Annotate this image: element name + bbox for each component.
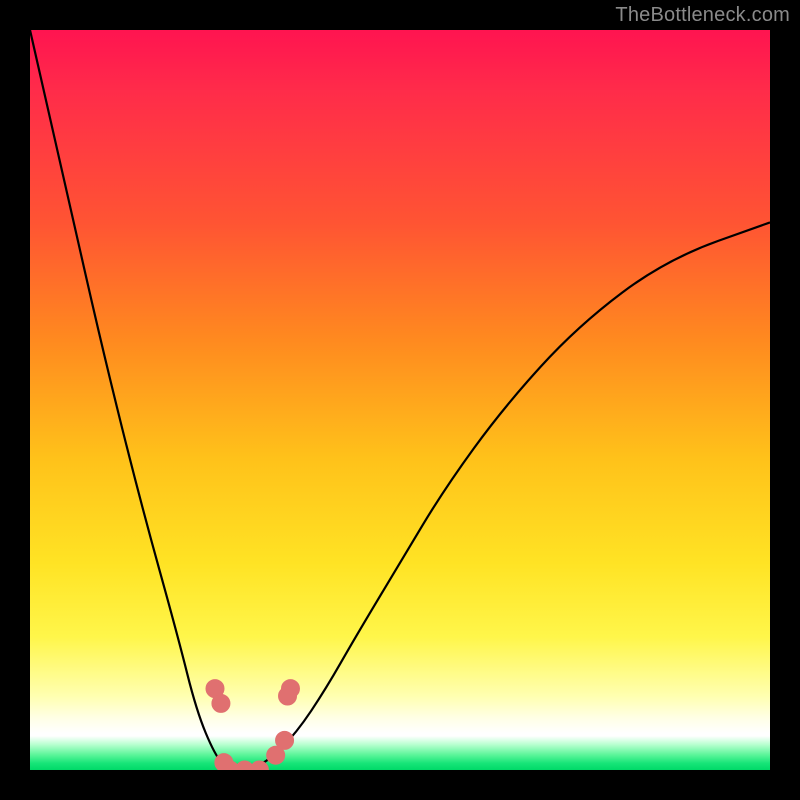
optimal-marker-dot [281, 680, 299, 698]
watermark-text: TheBottleneck.com [615, 4, 790, 27]
optimal-marker-dot [212, 694, 230, 712]
optimal-marker-dot [276, 731, 294, 749]
chart-frame: TheBottleneck.com [0, 0, 800, 800]
optimal-markers [206, 680, 299, 770]
curve-layer [30, 30, 770, 770]
bottleneck-curve [30, 30, 770, 770]
plot-area [30, 30, 770, 770]
